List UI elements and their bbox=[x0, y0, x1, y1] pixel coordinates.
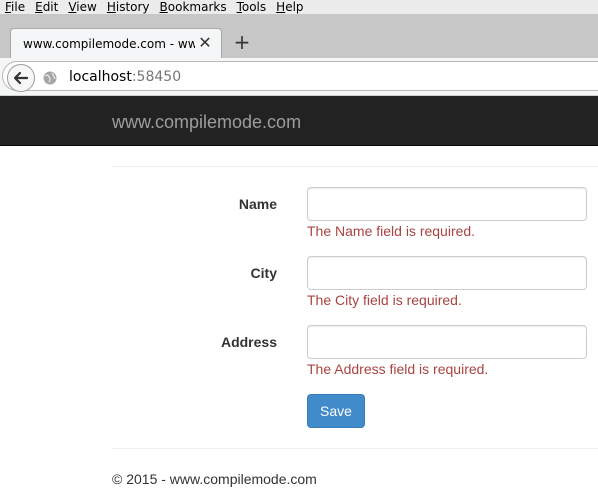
name-error: The Name field is required. bbox=[307, 223, 476, 239]
menu-history[interactable]: History bbox=[102, 0, 155, 14]
back-button[interactable] bbox=[7, 64, 35, 92]
browser-nav-bar: localhost:58450 bbox=[0, 58, 598, 96]
menu-help[interactable]: Help bbox=[271, 0, 308, 14]
city-error: The City field is required. bbox=[307, 292, 462, 308]
divider bbox=[112, 448, 598, 449]
menu-bookmarks[interactable]: Bookmarks bbox=[155, 0, 232, 14]
city-label: City bbox=[250, 265, 277, 281]
site-navbar: www.compilemode.com bbox=[0, 96, 598, 146]
close-icon[interactable]: ✕ bbox=[198, 35, 212, 51]
save-button[interactable]: Save bbox=[307, 394, 365, 428]
url-text: localhost:58450 bbox=[69, 69, 182, 85]
tab-title: www.compilemode.com - ww... bbox=[23, 36, 195, 51]
address-label: Address bbox=[220, 334, 277, 350]
footer-text: © 2015 - www.compilemode.com bbox=[112, 471, 317, 487]
name-input[interactable] bbox=[307, 187, 587, 221]
site-brand-link[interactable]: www.compilemode.com bbox=[112, 112, 301, 133]
name-label: Name bbox=[238, 196, 277, 212]
tab-strip: www.compilemode.com - ww... ✕ + bbox=[0, 14, 598, 58]
address-bar[interactable]: localhost:58450 bbox=[2, 61, 598, 92]
menu-edit[interactable]: Edit bbox=[30, 0, 63, 14]
new-tab-plus-icon[interactable]: + bbox=[232, 32, 252, 52]
menu-file[interactable]: File bbox=[0, 0, 30, 14]
city-input[interactable] bbox=[307, 256, 587, 290]
menu-tools[interactable]: Tools bbox=[232, 0, 272, 14]
address-input[interactable] bbox=[307, 325, 587, 359]
address-error: The Address field is required. bbox=[307, 361, 489, 377]
divider bbox=[112, 166, 598, 167]
browser-tab[interactable]: www.compilemode.com - ww... ✕ bbox=[10, 28, 222, 58]
globe-icon bbox=[43, 71, 57, 85]
back-arrow-icon bbox=[13, 71, 29, 85]
menu-view[interactable]: View bbox=[63, 0, 101, 14]
browser-menu-bar: File Edit View History Bookmarks Tools H… bbox=[0, 0, 598, 14]
